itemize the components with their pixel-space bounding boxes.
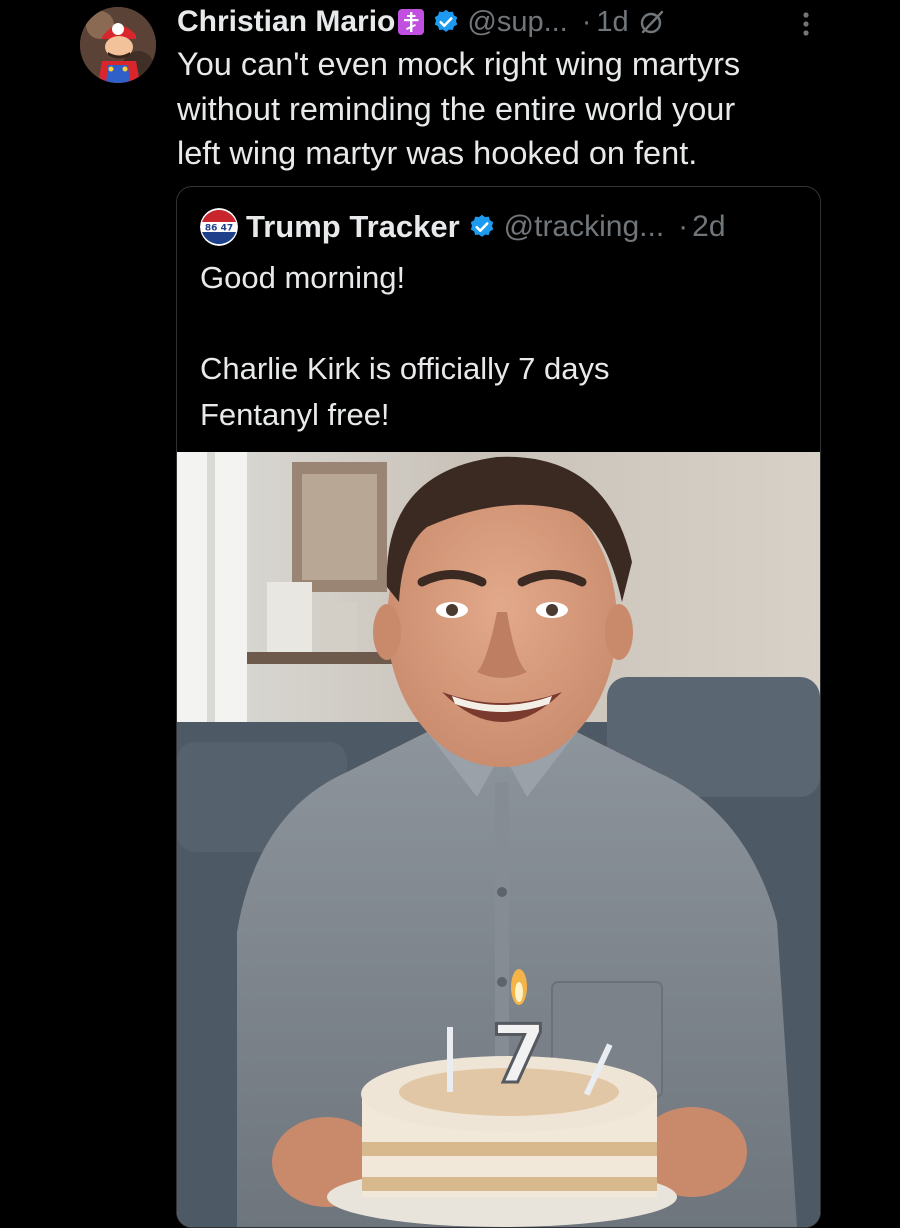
quoted-author-avatar[interactable]: 86 47 — [200, 208, 238, 246]
author-display-name[interactable]: Christian Mario — [177, 5, 395, 39]
verified-badge-icon[interactable] — [432, 8, 460, 36]
post-timestamp[interactable]: 1d — [596, 6, 628, 39]
quoted-tweet[interactable]: 86 47 Trump Tracker @tracking... · 2d Go… — [176, 186, 821, 1228]
orthodox-cross-badge-icon — [398, 9, 425, 35]
author-avatar[interactable] — [80, 7, 156, 83]
quoted-author-handle[interactable]: @tracking... — [504, 210, 665, 244]
quoted-post-text: Good morning! Charlie Kirk is officially… — [200, 260, 610, 432]
grok-icon[interactable] — [639, 9, 665, 35]
cake-number-candle: 7 — [491, 1008, 547, 1101]
quoted-separator-dot: · — [678, 210, 689, 243]
author-handle[interactable]: @sup... — [467, 6, 567, 39]
separator-dot: · — [581, 5, 592, 38]
quoted-post-photo[interactable]: 7 — [177, 452, 820, 1227]
tweet-header: Christian Mario @sup... · 1d — [177, 2, 877, 42]
quoted-verified-badge-icon[interactable] — [468, 213, 496, 241]
more-options-icon[interactable] — [795, 4, 817, 44]
svg-text:86 47: 86 47 — [205, 224, 233, 234]
quoted-author-display-name[interactable]: Trump Tracker — [246, 209, 460, 245]
tweet[interactable]: Christian Mario @sup... · 1d You can't e… — [0, 0, 900, 1228]
quoted-tweet-header: 86 47 Trump Tracker @tracking... · 2d — [200, 207, 810, 247]
quoted-post-timestamp[interactable]: 2d — [692, 210, 725, 244]
post-text: You can't even mock right wing martyrs w… — [177, 46, 741, 171]
